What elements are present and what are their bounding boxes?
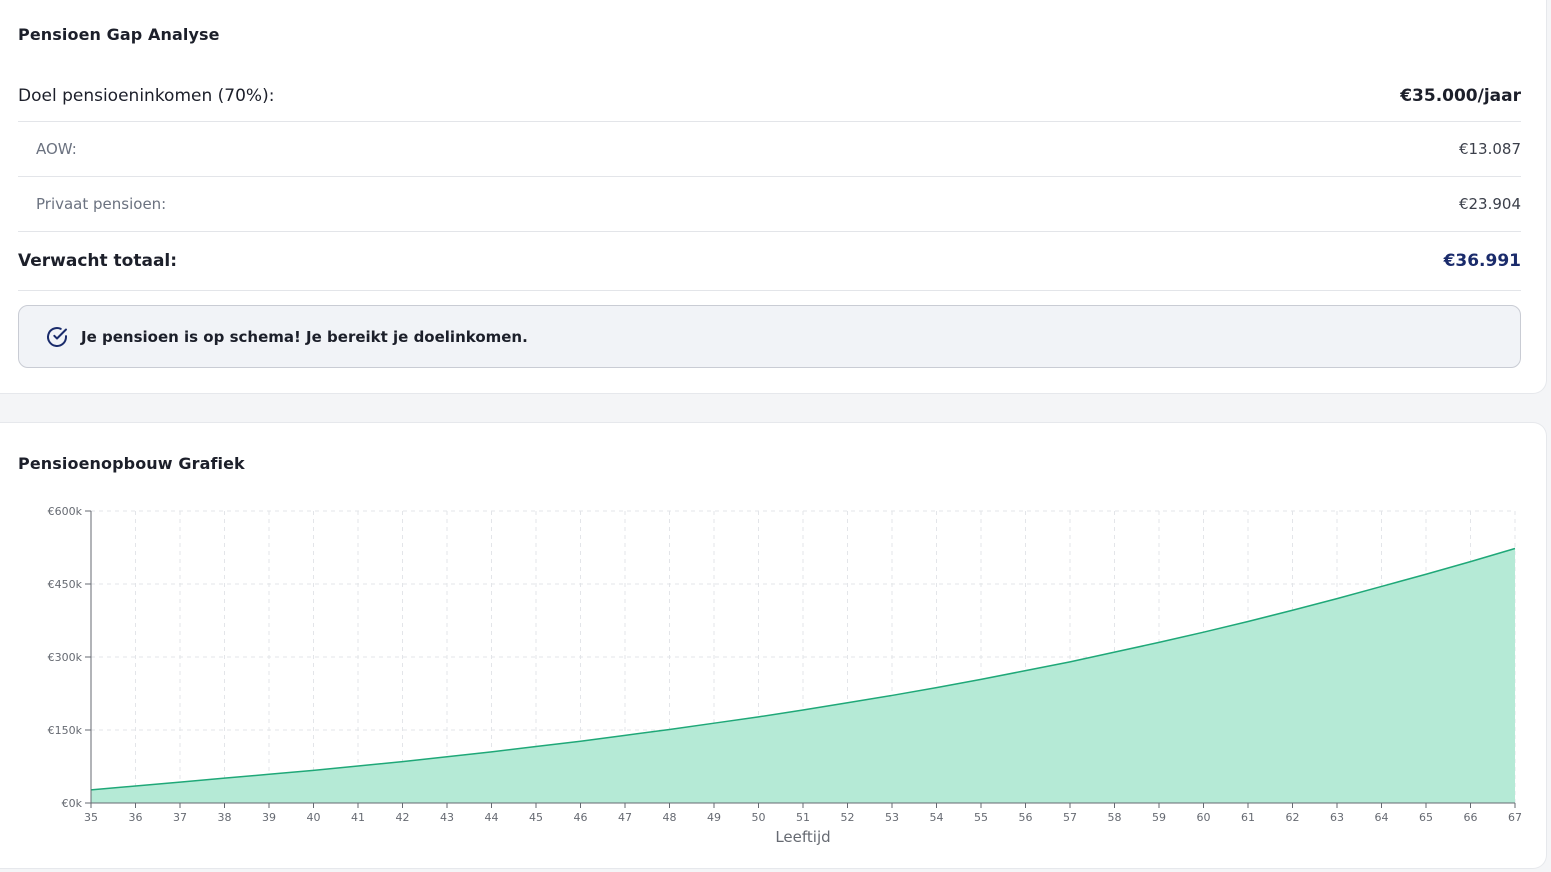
private-pension-row: Privaat pensioen: €23.904 [18,177,1521,232]
x-tick-label: 57 [1063,811,1077,824]
private-pension-value: €23.904 [1458,195,1521,213]
y-tick-label: €450k [48,578,83,591]
expected-total-value: €36.991 [1443,251,1521,271]
x-tick-label: 36 [129,811,143,824]
aow-value: €13.087 [1458,140,1521,158]
x-tick-label: 67 [1508,811,1522,824]
x-tick-label: 47 [618,811,632,824]
gap-analysis-title: Pensioen Gap Analyse [18,25,220,44]
x-tick-label: 62 [1286,811,1300,824]
x-tick-label: 58 [1108,811,1122,824]
y-tick-label: €300k [48,651,83,664]
y-tick-label: €150k [48,724,83,737]
aow-label: AOW: [36,140,77,158]
target-income-value: €35.000/jaar [1400,85,1521,106]
x-axis-title: Leeftijd [775,828,830,846]
x-tick-label: 53 [885,811,899,824]
pension-growth-chart: €0k €150k €300k €450k €600k 35 36 37 38 39 40 41 42 4… [48,505,1522,846]
x-tick-label: 55 [974,811,988,824]
check-circle-icon [45,325,69,349]
x-tick-label: 49 [707,811,721,824]
x-tick-label: 64 [1375,811,1389,824]
x-tick-label: 54 [930,811,944,824]
x-tick-label: 61 [1241,811,1255,824]
x-tick-label: 56 [1019,811,1033,824]
x-tick-label: 40 [307,811,321,824]
x-tick-label: 44 [485,811,499,824]
y-tick-label: €0k [62,797,83,810]
y-tick-label: €600k [48,505,83,518]
expected-total-row: Verwacht totaal: €36.991 [18,232,1521,291]
target-income-row: Doel pensioeninkomen (70%): €35.000/jaar [18,70,1521,122]
x-tick-label: 65 [1419,811,1433,824]
x-tick-label: 51 [796,811,810,824]
aow-row: AOW: €13.087 [18,122,1521,177]
expected-total-label: Verwacht totaal: [18,251,178,271]
pension-chart-card: Pensioenopbouw Grafiek €0k €150k €300k €450… [0,422,1547,869]
x-tick-label: 46 [574,811,588,824]
x-tick-label: 37 [173,811,187,824]
on-track-alert: Je pensioen is op schema! Je bereikt je … [18,305,1521,368]
x-tick-label: 39 [262,811,276,824]
private-pension-label: Privaat pensioen: [36,195,167,213]
x-tick-label: 52 [841,811,855,824]
x-tick-label: 38 [218,811,232,824]
x-tick-label: 60 [1197,811,1211,824]
x-tick-label: 48 [663,811,677,824]
x-tick-label: 66 [1464,811,1478,824]
pension-gap-card: Pensioen Gap Analyse Doel pensioeninkome… [0,0,1547,394]
x-tick-label: 59 [1152,811,1166,824]
x-tick-label: 45 [529,811,543,824]
x-tick-label: 63 [1330,811,1344,824]
target-income-label: Doel pensioeninkomen (70%): [18,85,275,106]
x-tick-label: 50 [752,811,766,824]
x-tick-label: 43 [440,811,454,824]
x-tick-label: 42 [396,811,410,824]
on-track-alert-text: Je pensioen is op schema! Je bereikt je … [81,327,528,346]
x-tick-label: 41 [351,811,365,824]
x-tick-label: 35 [84,811,98,824]
